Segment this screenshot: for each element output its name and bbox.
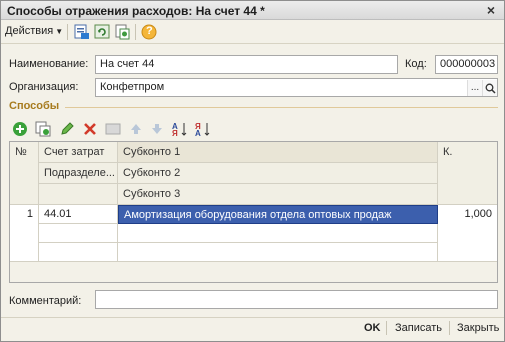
column-header-subconto2[interactable]: Субконто 2 (118, 163, 438, 184)
refresh-icon[interactable] (94, 24, 111, 40)
column-header-empty (39, 184, 118, 205)
footer-divider (1, 317, 504, 318)
help-icon-glyph: ? (146, 25, 153, 37)
move-up-icon[interactable] (128, 121, 144, 137)
title-bar: Способы отражения расходов: На счет 44 *… (1, 1, 504, 20)
actions-menu[interactable]: Действия ▼ (5, 25, 63, 37)
cell-subconto3[interactable] (118, 243, 438, 262)
column-header-subdivision[interactable]: Подразделе... (39, 163, 118, 184)
cell-account[interactable]: 44.01 (39, 205, 118, 224)
column-header-subconto3[interactable]: Субконто 3 (118, 184, 438, 205)
edit-row-icon[interactable] (59, 121, 75, 137)
move-down-icon[interactable] (149, 121, 165, 137)
main-toolbar: Действия ▼ ? (1, 21, 504, 44)
methods-table: № Счет затрат Подразделе... Субконто 1 С… (9, 141, 498, 283)
copy-row-icon[interactable] (35, 121, 51, 137)
save-button[interactable]: Записать (395, 322, 442, 334)
cell-subconto1[interactable]: Амортизация оборудования отдела оптовых … (118, 205, 438, 224)
cell-subdivision[interactable] (39, 224, 118, 243)
section-divider (65, 107, 498, 108)
save-list-icon[interactable] (73, 24, 90, 40)
table-toolbar: AЯ ЯA (9, 119, 249, 139)
dropdown-arrow-icon: ▼ (55, 27, 64, 36)
svg-text:A: A (195, 129, 201, 137)
svg-text:Я: Я (172, 129, 178, 137)
column-header-num[interactable]: № (10, 142, 39, 205)
toolbar-separator (135, 24, 136, 40)
delete-row-icon[interactable] (82, 121, 98, 137)
cell-row-num[interactable]: 1 (10, 205, 39, 262)
column-header-coef[interactable]: К. (438, 142, 497, 205)
organization-value: Конфетпром (100, 81, 165, 93)
organization-field[interactable]: Конфетпром ... (95, 78, 498, 97)
footer-separator (386, 321, 387, 335)
close-button[interactable]: Закрыть (457, 322, 499, 334)
code-field[interactable]: 000000003 (435, 55, 498, 74)
comment-label: Комментарий: (9, 295, 82, 307)
name-label: Наименование: (9, 58, 89, 70)
sort-descending-icon[interactable]: ЯA (195, 121, 211, 138)
name-field[interactable]: На счет 44 (95, 55, 398, 74)
copy-doc-icon[interactable] (114, 24, 131, 40)
window-title: Способы отражения расходов: На счет 44 * (7, 4, 265, 18)
end-edit-icon[interactable] (105, 121, 121, 137)
column-header-account[interactable]: Счет затрат (39, 142, 118, 163)
sort-ascending-icon[interactable]: AЯ (172, 121, 188, 138)
help-icon[interactable]: ? (141, 24, 158, 40)
comment-field[interactable] (95, 290, 498, 309)
toolbar-separator (67, 24, 68, 40)
cell-account-extra[interactable] (39, 243, 118, 262)
search-icon[interactable] (482, 80, 497, 96)
ok-button[interactable]: OK (364, 322, 381, 334)
actions-menu-label: Действия (5, 25, 54, 37)
organization-label: Организация: (9, 81, 79, 93)
code-label: Код: (405, 58, 427, 70)
form-window: Способы отражения расходов: На счет 44 *… (0, 0, 505, 342)
cell-coef[interactable]: 1,000 (438, 205, 497, 262)
footer-separator (449, 321, 450, 335)
add-row-icon[interactable] (12, 121, 28, 137)
close-icon[interactable]: × (484, 2, 498, 18)
column-header-subconto1[interactable]: Субконто 1 (118, 142, 438, 163)
cell-subconto2[interactable] (118, 224, 438, 243)
table-empty-area (10, 262, 497, 282)
section-title: Способы (9, 100, 60, 112)
select-ellipsis-button[interactable]: ... (467, 80, 482, 96)
